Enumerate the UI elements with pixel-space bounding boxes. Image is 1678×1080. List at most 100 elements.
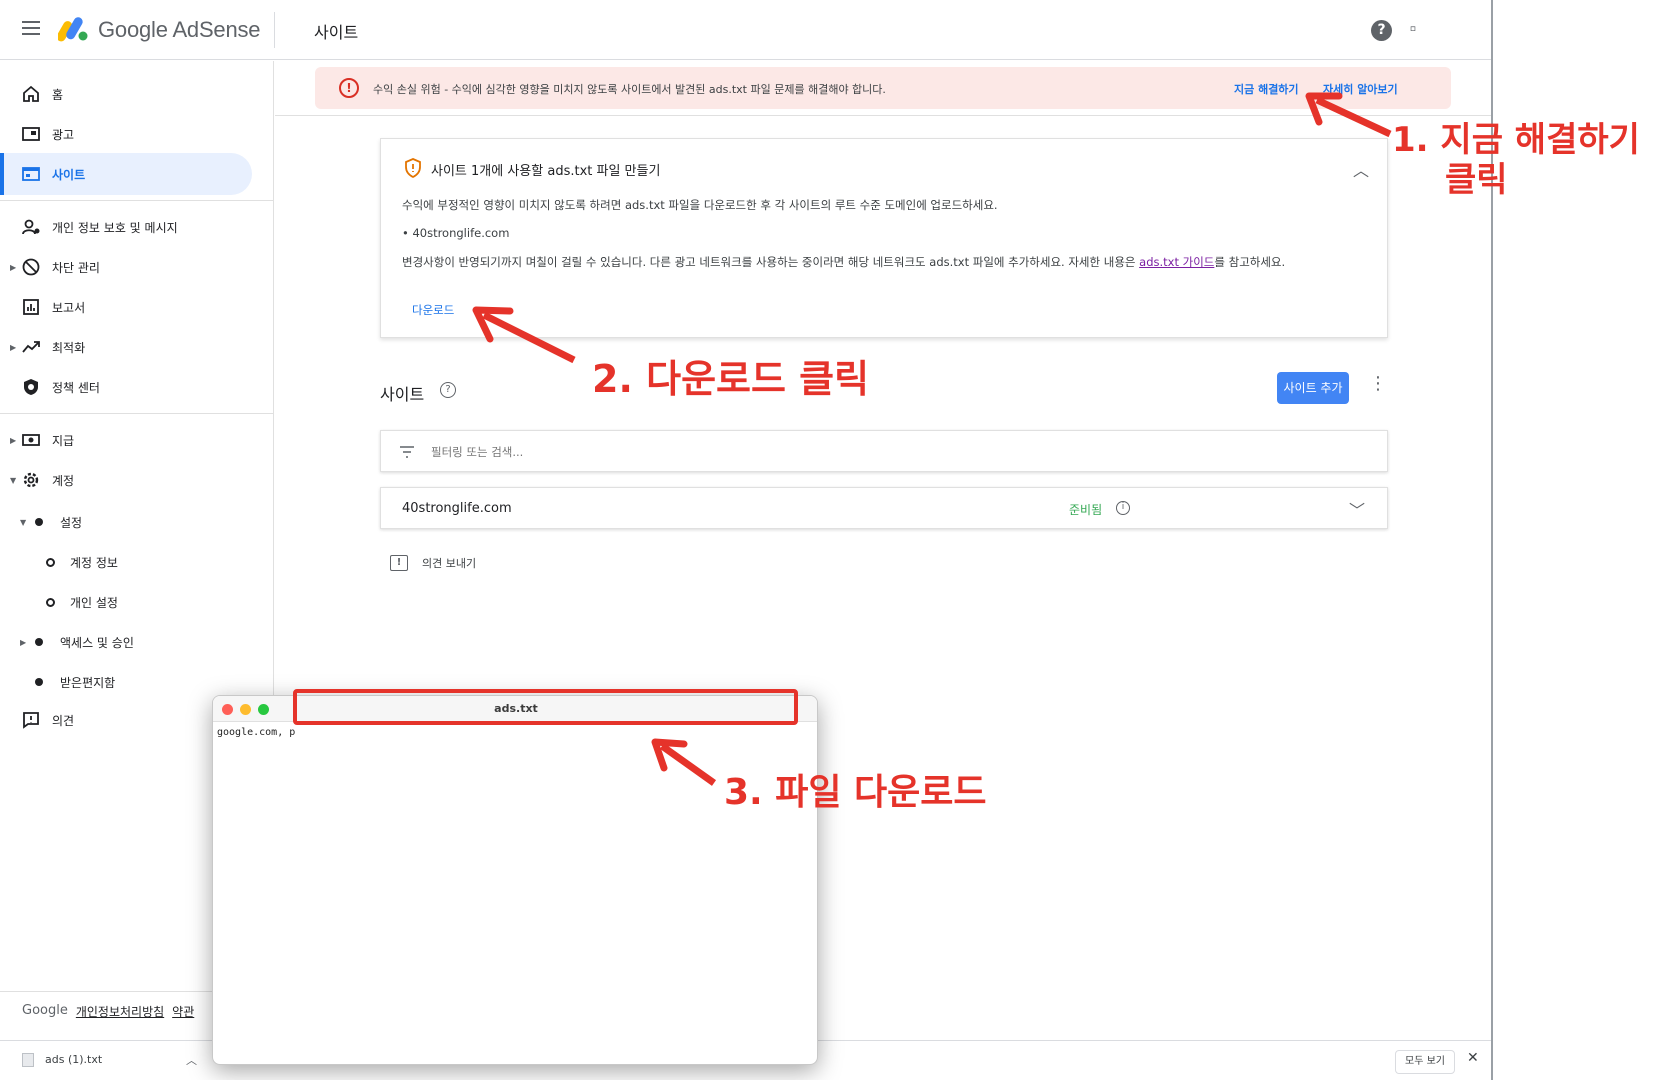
revenue-risk-alert: ! 수익 손실 위험 - 수익에 심각한 영향을 미치지 않도록 사이트에서 발…	[315, 67, 1451, 109]
reports-icon	[23, 299, 39, 315]
divider	[274, 12, 275, 48]
expand-caret-icon[interactable]: ▶	[20, 638, 26, 647]
help-outline-icon[interactable]: ?	[440, 382, 456, 398]
filter-icon	[400, 446, 414, 458]
note-text: 변경사항이 반영되기까지 며칠이 걸릴 수 있습니다. 다른 광고 네트워크를 …	[402, 255, 1140, 269]
card-note: 변경사항이 반영되기까지 며칠이 걸릴 수 있습니다. 다른 광고 네트워크를 …	[402, 254, 1285, 270]
brand-name: Google AdSense	[98, 17, 261, 42]
expand-caret-icon[interactable]: ▶	[10, 263, 16, 272]
arrow-icon	[472, 306, 576, 364]
sidebar-item-sites[interactable]: 사이트	[0, 153, 252, 195]
close-icon[interactable]: ✕	[1467, 1050, 1479, 1066]
site-row[interactable]: 40stronglife.com 준비됨 i ﹀	[380, 487, 1388, 529]
page-title: 사이트	[314, 23, 359, 42]
file-icon	[22, 1053, 34, 1067]
error-icon: !	[339, 78, 359, 98]
adsense-logo-icon	[58, 17, 88, 42]
sidebar-item-account-info[interactable]: 계정 정보	[0, 544, 274, 580]
menu-icon[interactable]	[22, 21, 40, 35]
sidebar-item-personal-settings[interactable]: 개인 설정	[0, 584, 274, 620]
footer-brand: Google	[22, 1003, 68, 1018]
privacy-link[interactable]: 개인정보처리방침	[76, 1003, 164, 1020]
divider	[0, 413, 274, 414]
block-icon	[22, 258, 40, 276]
file-content: google.com, p	[217, 727, 296, 738]
collapse-caret-icon[interactable]: ▼	[10, 476, 16, 485]
ads-txt-guide-link[interactable]: ads.txt 가이드	[1139, 255, 1214, 269]
sidebar-item-label: 받은편지함	[60, 675, 116, 690]
sidebar-item-label: 액세스 및 승인	[60, 635, 134, 650]
sidebar-item-payments[interactable]: ▶ 지급	[0, 419, 274, 461]
sidebar-item-settings[interactable]: ▼ 설정	[0, 504, 274, 540]
show-all-button[interactable]: 모두 보기	[1395, 1050, 1455, 1074]
screenshot-canvas: Google AdSense 사이트 ? ⸋ 홈 광고 사이트 개인 정보 보호…	[0, 0, 1678, 1080]
annotation-step2: 2. 다운로드 클릭	[592, 357, 870, 401]
send-feedback-button[interactable]: ! 의견 보내기	[390, 553, 476, 573]
file-preview-window: ads.txt google.com, p	[212, 695, 818, 1065]
bullet-icon	[35, 518, 43, 526]
status-badge: 준비됨	[1069, 503, 1103, 517]
account-menu-icon[interactable]: ⸋	[1410, 22, 1416, 39]
policy-icon	[24, 379, 38, 395]
downloaded-file-name[interactable]: ads (1).txt	[45, 1053, 102, 1066]
download-button[interactable]: 다운로드	[412, 302, 454, 318]
sidebar-item-privacy[interactable]: 개인 정보 보호 및 메시지	[0, 206, 274, 248]
arrow-icon	[651, 738, 717, 786]
sidebar-item-label: 사이트	[52, 167, 86, 182]
info-icon[interactable]: i	[1116, 501, 1130, 515]
chevron-up-icon[interactable]: ︿	[1353, 157, 1369, 181]
collapse-caret-icon[interactable]: ▼	[20, 518, 26, 527]
bullet-icon	[35, 678, 43, 686]
filter-search-box[interactable]	[380, 430, 1388, 472]
terms-link[interactable]: 약관	[172, 1003, 194, 1020]
sidebar-item-label: 설정	[60, 515, 83, 530]
expand-caret-icon[interactable]: ▶	[10, 436, 16, 445]
gear-icon	[23, 472, 39, 488]
sidebar-item-label: 광고	[52, 127, 75, 142]
fix-now-link[interactable]: 지금 해결하기	[1234, 81, 1299, 97]
sidebar-item-reports[interactable]: 보고서	[0, 286, 274, 328]
alert-text: 수익 손실 위험 - 수익에 심각한 영향을 미치지 않도록 사이트에서 발견된…	[373, 83, 886, 96]
sidebar-item-label: 지급	[52, 433, 75, 448]
highlight-box	[293, 689, 798, 725]
send-feedback-label: 의견 보내기	[422, 557, 477, 570]
note-text-end: 를 참고하세요.	[1214, 255, 1286, 269]
site-name: 40stronglife.com	[402, 501, 512, 516]
arrow-icon	[1305, 92, 1392, 138]
privacy-icon	[22, 219, 40, 235]
more-vert-icon[interactable]: ⋮	[1369, 373, 1387, 394]
sites-icon	[22, 167, 40, 181]
sidebar-item-label: 계정 정보	[70, 555, 118, 570]
bullet-ring-icon	[46, 557, 55, 567]
sidebar-item-optimization[interactable]: ▶ 최적화	[0, 326, 274, 368]
optimization-icon	[22, 341, 40, 353]
annotation-step3: 3. 파일 다운로드	[724, 772, 987, 813]
sidebar-item-label: 홈	[52, 87, 64, 102]
help-icon[interactable]: ?	[1371, 20, 1392, 41]
shield-warning-icon	[405, 158, 421, 178]
sidebar-item-label: 의견	[52, 713, 75, 728]
sidebar-item-label: 최적화	[52, 340, 86, 355]
sidebar-item-home[interactable]: 홈	[0, 73, 274, 115]
chevron-down-icon[interactable]: ﹀	[1349, 497, 1365, 521]
chevron-up-icon[interactable]: ︿	[186, 1052, 197, 1068]
sidebar-item-label: 개인 정보 보호 및 메시지	[52, 220, 178, 235]
sidebar-item-label: 보고서	[52, 300, 86, 315]
home-icon	[23, 85, 39, 102]
sites-heading: 사이트	[380, 385, 425, 404]
card-description: 수익에 부정적인 영향이 미치지 않도록 하려면 ads.txt 파일을 다운로…	[402, 198, 998, 212]
ads-icon	[22, 127, 40, 141]
sidebar-item-label: 계정	[52, 473, 75, 488]
annotation-step1-line2: 클릭	[1445, 160, 1508, 200]
filter-input[interactable]	[431, 439, 831, 465]
sidebar-item-access[interactable]: ▶ 액세스 및 승인	[0, 624, 274, 660]
add-site-button[interactable]: 사이트 추가	[1277, 372, 1349, 404]
sidebar-item-blocking[interactable]: ▶ 차단 관리	[0, 246, 274, 288]
expand-caret-icon[interactable]: ▶	[10, 343, 16, 352]
bullet-ring-icon	[46, 597, 55, 607]
feedback-icon	[23, 712, 39, 729]
feedback-icon: !	[390, 555, 408, 571]
sidebar-item-policy[interactable]: 정책 센터	[0, 366, 274, 408]
sidebar-item-ads[interactable]: 광고	[0, 113, 274, 155]
sidebar-item-account[interactable]: ▼ 계정	[0, 459, 274, 501]
